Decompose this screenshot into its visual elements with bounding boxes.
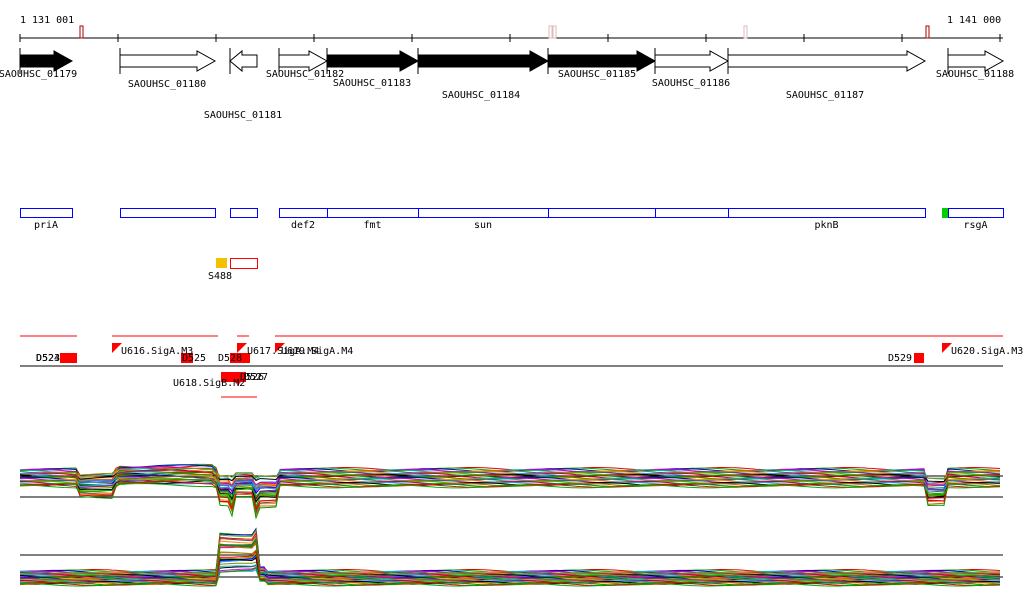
expression-plot-1: [19, 463, 1003, 520]
axis-marker: [925, 25, 930, 39]
feature-block[interactable]: [60, 353, 77, 363]
ortholog-box[interactable]: [418, 208, 549, 218]
axis-marker: [552, 25, 557, 39]
gene-arrow[interactable]: [417, 50, 550, 72]
gene-symbol: pknB: [814, 220, 838, 231]
feature-label: U618.SigB.M2: [173, 378, 245, 389]
genome-browser-view: 1 131 001 1 141 000 SAOUHSC_01179SAOUHSC…: [0, 15, 1023, 587]
axis-end-label: 1 141 000: [947, 15, 1001, 26]
ortholog-box[interactable]: [327, 208, 419, 218]
axis-ticks: [19, 25, 1001, 42]
gene-arrow[interactable]: [654, 50, 730, 72]
gene-symbol: rsgA: [963, 220, 987, 231]
gene-symbol: fmt: [363, 220, 381, 231]
extra-marker: [942, 208, 948, 218]
srna-label: S488: [208, 271, 232, 282]
feature-label: D524: [36, 353, 60, 364]
srna-box[interactable]: [230, 258, 258, 269]
ortholog-box[interactable]: [655, 208, 729, 218]
gene-label: SAOUHSC_01181: [204, 110, 282, 121]
gene-label: SAOUHSC_01186: [652, 78, 730, 89]
gene-label: SAOUHSC_01184: [442, 90, 520, 101]
gene-label: SAOUHSC_01187: [786, 90, 864, 101]
axis-start-label: 1 131 001: [20, 15, 74, 26]
gene-arrow[interactable]: [19, 50, 74, 72]
ortholog-box[interactable]: [948, 208, 1004, 218]
feature-label: U619.SigA.M4: [281, 346, 353, 357]
gene-arrow[interactable]: [326, 50, 420, 72]
feature-track: D523D524U616.SigA.M3D525 D528U617.SigA.M4…: [20, 335, 1023, 398]
gene-label: SAOUHSC_01180: [128, 79, 206, 90]
gene-arrow[interactable]: [727, 50, 927, 72]
promoter-flag-icon: [237, 343, 247, 353]
ortholog-box[interactable]: [279, 208, 328, 218]
ortholog-box[interactable]: [230, 208, 258, 218]
feature-block[interactable]: [914, 353, 924, 363]
ortholog-box[interactable]: [120, 208, 216, 218]
ortholog-box[interactable]: [20, 208, 73, 218]
ortholog-track: priA def2 fmt sun pknB rsgA: [20, 208, 1004, 231]
gene-arrow[interactable]: [278, 50, 329, 72]
expression-series: [19, 528, 1001, 574]
gene-symbol: priA: [34, 220, 58, 231]
ortholog-box[interactable]: [548, 208, 656, 218]
expression-series: [19, 527, 1000, 574]
feature-label: D525: [182, 353, 206, 364]
gene-arrow[interactable]: [119, 50, 217, 72]
gene-track: SAOUHSC_01179 SAOUHSC_01180 SAOUHSC_01181 S…: [0, 48, 1014, 121]
gene-label: SAOUHSC_01183: [333, 78, 411, 89]
ortholog-box[interactable]: [728, 208, 926, 218]
axis-marker: [743, 25, 748, 39]
srna-marker[interactable]: [216, 258, 227, 268]
gene-label: SAOUHSC_01188: [936, 69, 1014, 80]
expression-series: [19, 542, 1001, 573]
expression-plot-2: [19, 527, 1003, 587]
feature-label: D529: [888, 353, 912, 364]
axis-marker: [548, 25, 553, 39]
gene-arrow[interactable]: [947, 50, 1005, 72]
axis-marker: [79, 25, 84, 39]
gene-label: SAOUHSC_01179: [0, 69, 77, 80]
feature-label: D527: [244, 372, 268, 383]
gene-label: SAOUHSC_01185: [558, 69, 636, 80]
gene-arrow[interactable]: [229, 49, 258, 73]
gene-arrow[interactable]: [547, 50, 657, 72]
feature-label: U620.SigA.M3: [951, 346, 1023, 357]
feature-label: D528: [218, 353, 242, 364]
gene-symbol: def2: [291, 220, 315, 231]
gene-symbol: sun: [474, 220, 492, 231]
